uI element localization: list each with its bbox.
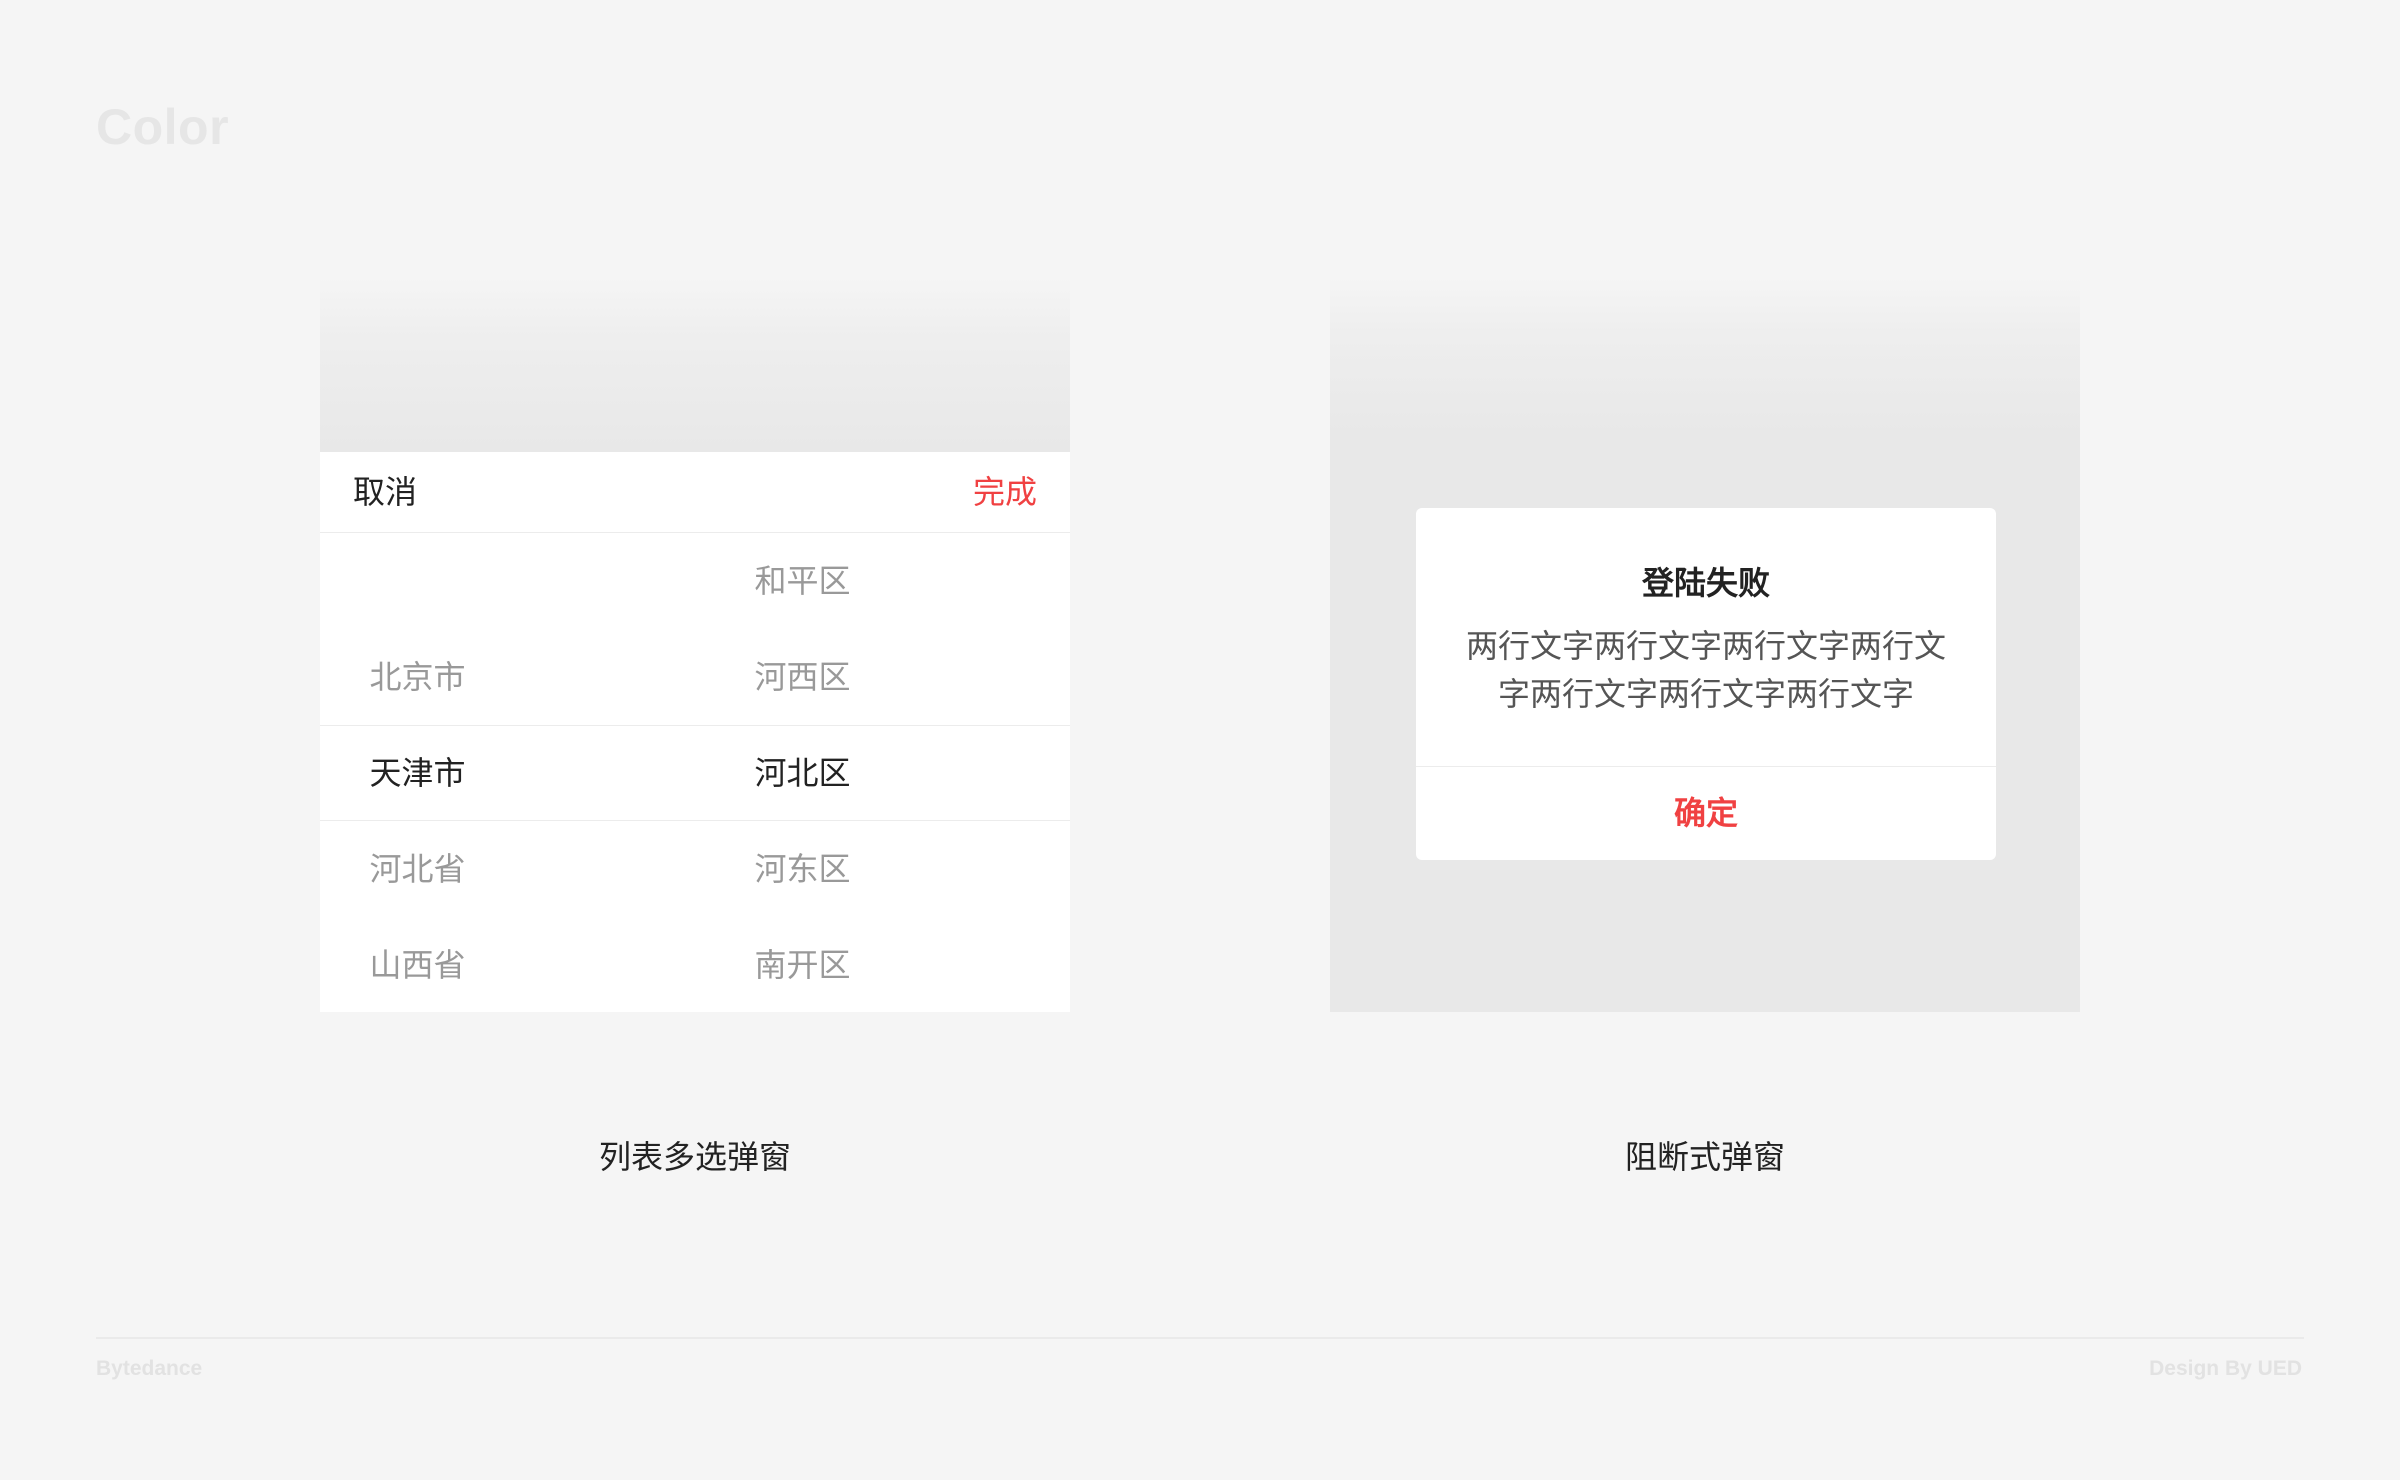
dialog-preview: 登陆失败 两行文字两行文字两行文字两行文字两行文字两行文字两行文字 确定 [1330,278,2080,1012]
province-option[interactable]: 河北省 [320,821,605,917]
province-option[interactable]: 北京市 [320,629,605,725]
district-option-selected[interactable]: 河北区 [615,725,990,821]
district-option[interactable]: 和平区 [615,533,990,629]
picker-header: 取消 完成 [320,452,1070,533]
cancel-button[interactable]: 取消 [353,452,417,532]
dialog-message: 两行文字两行文字两行文字两行文字两行文字两行文字两行文字 [1465,627,1946,713]
picker-preview: 取消 完成 北京市 天津市 河北省 山西省 和平区 河西区 河北区 河东区 南开… [320,278,1070,1012]
alert-dialog: 登陆失败 两行文字两行文字两行文字两行文字两行文字两行文字两行文字 确定 [1416,508,1996,860]
confirm-button[interactable]: 确定 [1416,767,1996,860]
done-button[interactable]: 完成 [973,452,1037,532]
page-heading: Color [96,99,230,155]
district-option[interactable]: 河东区 [615,821,990,917]
picker-sheet: 取消 完成 北京市 天津市 河北省 山西省 和平区 河西区 河北区 河东区 南开… [320,452,1070,1012]
picker-wheels: 北京市 天津市 河北省 山西省 和平区 河西区 河北区 河东区 南开区 [320,533,1070,1012]
dialog-backdrop [1330,278,2080,438]
footer-brand: Bytedance [96,1357,203,1380]
province-option[interactable]: 山西省 [320,917,605,1012]
district-option[interactable]: 南开区 [615,917,990,1012]
footer-credit: Design By UED [2149,1357,2302,1380]
footer-divider [96,1337,2304,1339]
dialog-caption: 阻断式弹窗 [1624,1138,1785,1176]
district-wheel[interactable]: 和平区 河西区 河北区 河东区 南开区 [695,533,1070,1012]
province-option[interactable] [320,533,605,629]
district-option[interactable]: 河西区 [615,629,990,725]
province-option-selected[interactable]: 天津市 [320,725,605,821]
dialog-title: 登陆失败 [1641,564,1770,602]
picker-caption: 列表多选弹窗 [598,1138,791,1176]
picker-backdrop [320,278,1070,452]
